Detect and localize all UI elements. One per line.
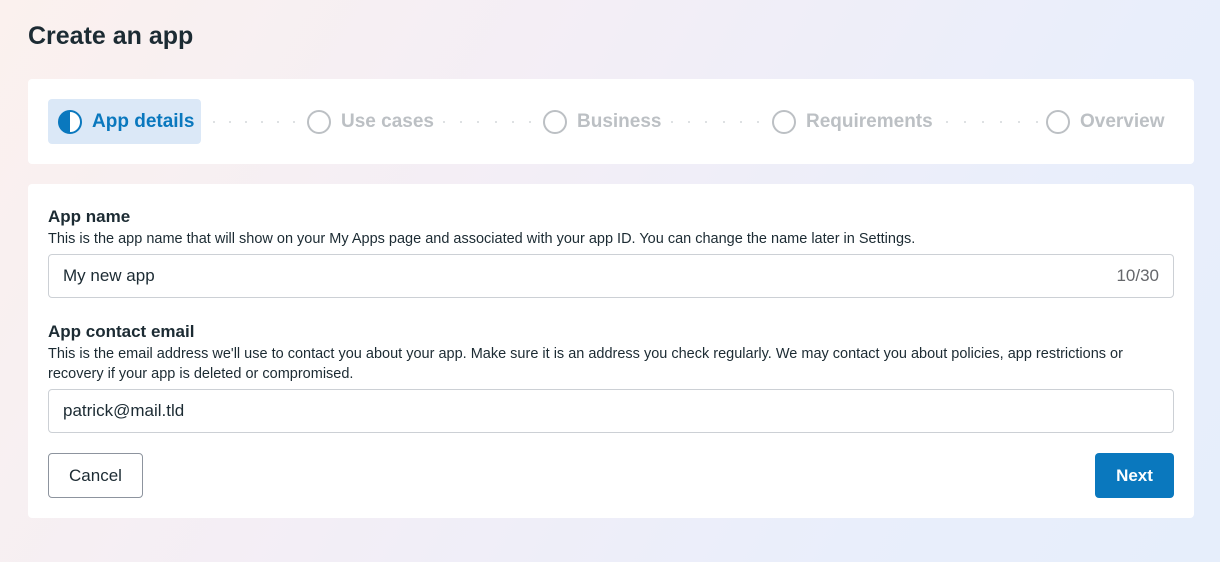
step-connector	[671, 121, 759, 123]
page-title: Create an app	[28, 22, 194, 50]
step-connector	[443, 121, 531, 123]
cancel-button[interactable]: Cancel	[48, 453, 143, 498]
character-counter: 10/30	[1116, 266, 1159, 285]
contact-email-value: patrick@mail.tld	[63, 401, 185, 420]
app-details-form: App name This is the app name that will …	[28, 184, 1194, 518]
step-use-cases[interactable]: Use cases	[307, 99, 434, 144]
app-name-input[interactable]: My new app 10/30	[48, 254, 1174, 298]
circle-icon	[1046, 109, 1070, 134]
step-requirements[interactable]: Requirements	[772, 99, 933, 144]
step-app-details[interactable]: App details	[48, 99, 201, 144]
stepper: App details Use cases Business Requireme…	[28, 79, 1194, 164]
app-name-value: My new app	[63, 266, 155, 285]
half-filled-circle-icon	[58, 109, 82, 134]
app-name-description: This is the app name that will show on y…	[48, 231, 916, 247]
circle-icon	[772, 109, 796, 134]
step-overview[interactable]: Overview	[1046, 99, 1165, 144]
next-button[interactable]: Next	[1095, 453, 1174, 498]
contact-email-description: This is the email address we'll use to c…	[48, 346, 1123, 382]
step-label: Use cases	[341, 110, 434, 132]
step-label: Requirements	[806, 110, 933, 132]
step-label: App details	[92, 110, 195, 132]
step-connector	[213, 121, 295, 123]
step-connector	[946, 121, 1038, 123]
circle-icon	[307, 109, 331, 134]
circle-icon	[543, 109, 567, 134]
contact-email-input[interactable]: patrick@mail.tld	[48, 389, 1174, 433]
step-label: Business	[577, 110, 662, 132]
app-name-label: App name	[48, 207, 131, 226]
step-label: Overview	[1080, 110, 1165, 132]
step-business[interactable]: Business	[543, 99, 661, 144]
contact-email-label: App contact email	[48, 322, 195, 341]
